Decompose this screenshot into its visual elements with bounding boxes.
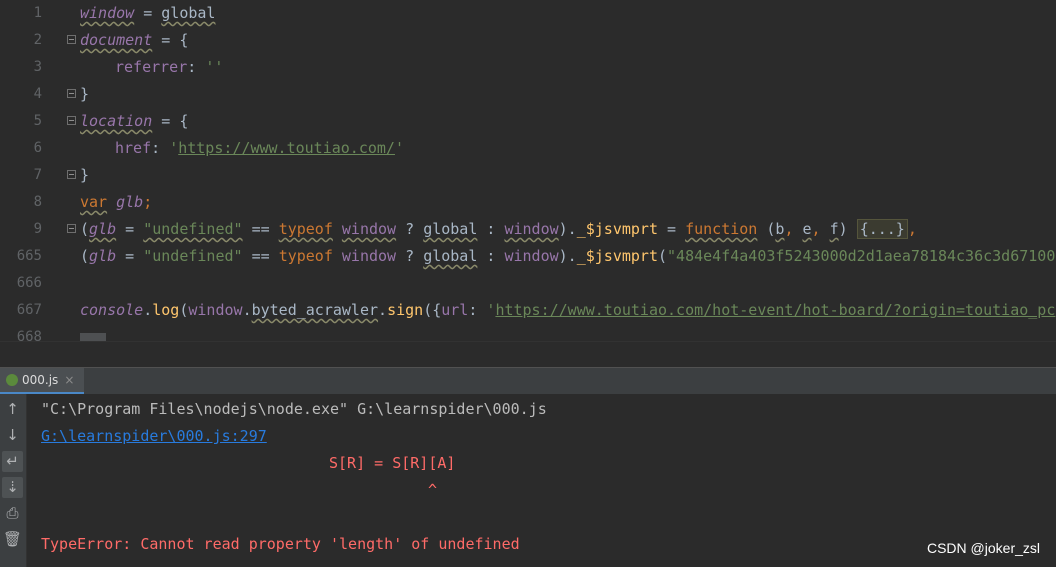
run-tab-bar: 000.js × — [0, 367, 1056, 394]
line-number: 9 — [33, 221, 42, 237]
code-line[interactable]: 666 — [0, 270, 1056, 297]
code-text: (glb = "undefined" == typeof window ? gl… — [80, 219, 917, 239]
line-number: 1 — [33, 5, 42, 21]
code-text: document = { — [80, 31, 189, 49]
error-message: TypeError: Cannot read property 'length'… — [41, 535, 520, 553]
panel-divider[interactable] — [0, 341, 1056, 368]
code-line[interactable]: 5 location = { — [0, 108, 1056, 135]
up-arrow-icon[interactable]: ↑ — [2, 399, 23, 420]
line-number: 3 — [33, 59, 42, 75]
code-text: console.log(window.byted_acrawler.sign({… — [80, 301, 1056, 319]
code-line[interactable]: 667 console.log(window.byted_acrawler.si… — [0, 297, 1056, 324]
code-line[interactable]: 7 } — [0, 162, 1056, 189]
code-text: } — [80, 85, 90, 103]
code-line[interactable]: 2 document = { — [0, 27, 1056, 54]
code-text: (glb = "undefined" == typeof window ? gl… — [80, 247, 1056, 265]
line-number: 6 — [33, 140, 42, 156]
code-line[interactable]: 8 var glb; — [0, 189, 1056, 216]
code-text: window = global — [80, 4, 216, 22]
code-text: href: 'https://www.toutiao.com/' — [115, 139, 404, 157]
line-number: 666 — [16, 275, 42, 291]
code-editor[interactable]: 1 window = global 2 document = { 3 refer… — [0, 0, 1056, 341]
code-text: } — [80, 166, 90, 184]
code-text: location = { — [80, 112, 189, 130]
code-text: referrer: '' — [115, 58, 224, 76]
code-line[interactable]: 3 referrer: '' — [0, 54, 1056, 81]
error-caret: ^ — [428, 481, 438, 499]
line-number: 7 — [33, 167, 42, 183]
soft-wrap-icon[interactable]: ↵ — [2, 451, 23, 472]
code-line[interactable]: 668 — [0, 324, 1056, 341]
url-link[interactable]: https://www.toutiao.com/ — [178, 139, 395, 157]
line-number: 2 — [33, 32, 42, 48]
code-text: var glb; — [80, 193, 153, 211]
line-number: 8 — [33, 194, 42, 210]
console-command: "C:\Program Files\nodejs\node.exe" G:\le… — [41, 400, 547, 418]
collapsed-block[interactable]: {...} — [856, 219, 908, 239]
console-toolbar: ↑ ↓ ↵ ⇣ ⎙ 🗑 — [0, 394, 27, 567]
code-line[interactable]: 9 (glb = "undefined" == typeof window ? … — [0, 216, 1056, 243]
fold-icon[interactable] — [67, 116, 76, 125]
code-line[interactable]: 6 href: 'https://www.toutiao.com/' — [0, 135, 1056, 162]
code-line[interactable]: 4 } — [0, 81, 1056, 108]
line-number: 5 — [33, 113, 42, 129]
fold-icon[interactable] — [67, 89, 76, 98]
fold-icon[interactable] — [67, 35, 76, 44]
horizontal-scrollbar[interactable] — [80, 333, 106, 341]
watermark: CSDN @joker_zsl — [926, 540, 1040, 556]
down-arrow-icon[interactable]: ↓ — [2, 425, 23, 446]
code-line[interactable]: 665 (glb = "undefined" == typeof window … — [0, 243, 1056, 270]
print-icon[interactable]: ⎙ — [2, 503, 23, 524]
fold-icon[interactable] — [67, 224, 76, 233]
tab-000-js[interactable]: 000.js × — [0, 368, 85, 394]
line-number: 668 — [16, 329, 42, 341]
line-number: 665 — [16, 248, 42, 264]
line-number: 4 — [33, 86, 42, 102]
trash-icon[interactable]: 🗑 — [2, 529, 23, 550]
url-link[interactable]: https://www.toutiao.com/hot-event/hot-bo… — [495, 301, 1055, 319]
run-console[interactable]: ↑ ↓ ↵ ⇣ ⎙ 🗑 "C:\Program Files\nodejs\nod… — [0, 394, 1056, 567]
nodejs-icon — [6, 374, 18, 386]
code-line[interactable]: 1 window = global — [0, 0, 1056, 27]
close-icon[interactable]: × — [64, 373, 74, 387]
error-location-link[interactable]: G:\learnspider\000.js:297 — [41, 423, 267, 450]
fold-icon[interactable] — [67, 170, 76, 179]
tab-label: 000.js — [22, 373, 59, 387]
scroll-to-end-icon[interactable]: ⇣ — [2, 477, 23, 498]
error-source-line: S[R] = S[R][A] — [329, 454, 456, 472]
line-number: 667 — [16, 302, 42, 318]
